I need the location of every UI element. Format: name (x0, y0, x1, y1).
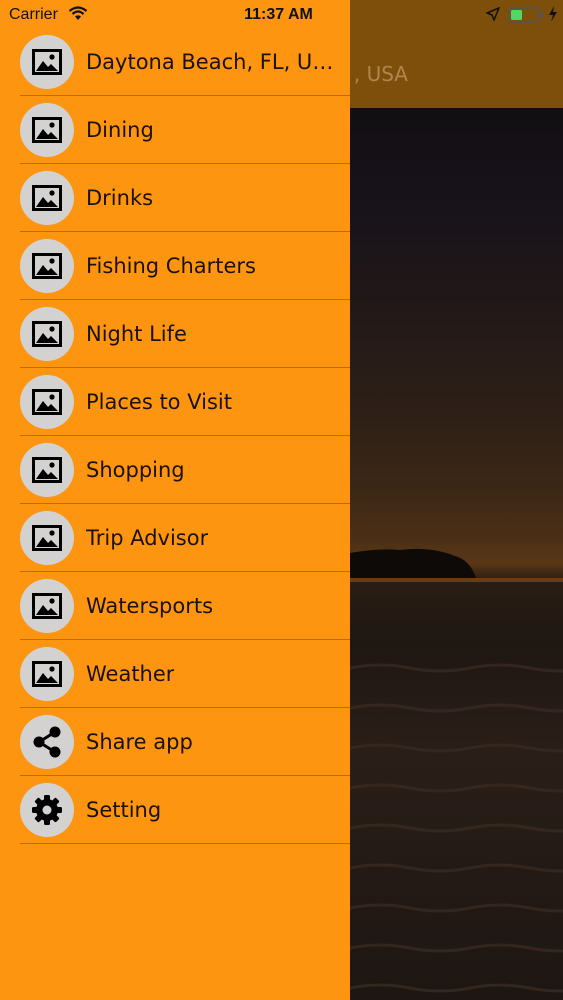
image-icon (20, 307, 74, 361)
menu-item-label: Daytona Beach, FL, US... (86, 50, 344, 74)
menu-item-label: Drinks (86, 186, 154, 210)
image-icon (20, 511, 74, 565)
menu-item-label: Watersports (86, 594, 214, 618)
image-icon (20, 579, 74, 633)
image-icon (20, 103, 74, 157)
menu-item-label: Setting (86, 798, 162, 822)
location-arrow-icon (485, 6, 501, 26)
menu-item-label: Night Life (86, 322, 187, 346)
menu-item-setting[interactable]: Setting (0, 776, 350, 844)
image-icon (20, 171, 74, 225)
menu-item-watersports[interactable]: Watersports (0, 572, 350, 640)
image-icon (20, 443, 74, 497)
menu-item-dining[interactable]: Dining (0, 96, 350, 164)
menu-item-drinks[interactable]: Drinks (0, 164, 350, 232)
image-icon (20, 35, 74, 89)
menu-item-weather[interactable]: Weather (0, 640, 350, 708)
menu-item-label: Places to Visit (86, 390, 232, 414)
menu-item-places-to-visit[interactable]: Places to Visit (0, 368, 350, 436)
menu-item-label: Dining (86, 118, 154, 142)
menu-item-label: Shopping (86, 458, 185, 482)
menu-list: Daytona Beach, FL, US... Dining Drinks F… (0, 28, 350, 844)
image-icon (20, 647, 74, 701)
menu-item-location[interactable]: Daytona Beach, FL, US... (0, 28, 350, 96)
menu-item-label: Share app (86, 730, 193, 754)
menu-item-night-life[interactable]: Night Life (0, 300, 350, 368)
image-icon (20, 375, 74, 429)
gear-icon (20, 783, 74, 837)
battery-icon (508, 7, 544, 28)
status-bar: Carrier 11:37 AM (0, 0, 563, 30)
menu-item-share-app[interactable]: Share app (0, 708, 350, 776)
clock: 11:37 AM (244, 6, 313, 23)
menu-item-trip-advisor[interactable]: Trip Advisor (0, 504, 350, 572)
menu-item-label: Fishing Charters (86, 254, 256, 278)
share-icon (20, 715, 74, 769)
menu-item-label: Trip Advisor (86, 526, 209, 550)
image-icon (20, 239, 74, 293)
menu-item-label: Weather (86, 662, 175, 686)
menu-item-fishing-charters[interactable]: Fishing Charters (0, 232, 350, 300)
charging-bolt-icon (548, 6, 558, 27)
menu-item-shopping[interactable]: Shopping (0, 436, 350, 504)
side-drawer: Daytona Beach, FL, US... Dining Drinks F… (0, 0, 350, 1000)
